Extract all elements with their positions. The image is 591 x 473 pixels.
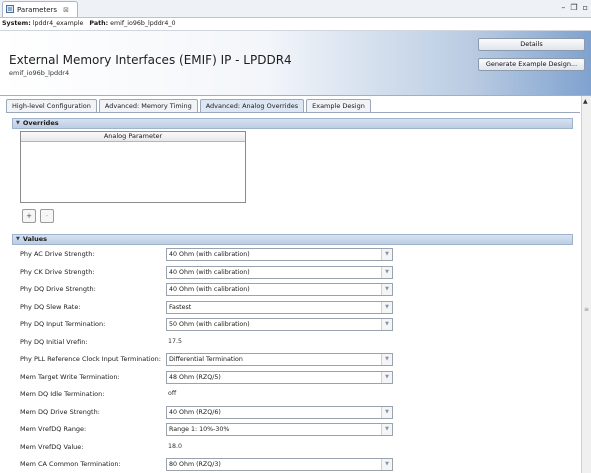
ip-header: External Memory Interfaces (EMIF) IP - L… [0,30,591,96]
parameter-label: Phy PLL Reference Clock Input Terminatio… [20,355,161,363]
parameter-row: Mem VrefDQ Range: Range 1: 10%-30% ▼ [20,423,394,436]
dropdown-value: Fastest [169,304,192,311]
chevron-down-icon[interactable]: ▼ [381,319,392,330]
chevron-down-icon[interactable]: ▼ [381,407,392,418]
tab-advanced-memory-timing[interactable]: Advanced: Memory Timing [98,99,198,112]
vertical-scrollbar[interactable]: ▲ ≡ [581,96,591,473]
parameter-row: Mem Target Write Termination: 48 Ohm (RZQ… [20,371,394,384]
parameter-label: Mem VrefDQ Range: [20,425,87,433]
parameter-row: Phy AC Drive Strength: 40 Ohm (with calib… [20,248,394,261]
chevron-down-icon[interactable]: ▼ [381,372,392,383]
parameter-row: Phy DQ Input Termination: 50 Ohm (with ca… [20,318,394,331]
tab-advanced-analog-overrides[interactable]: Advanced: Analog Overrides [199,99,305,112]
chevron-down-icon[interactable]: ▼ [381,267,392,278]
parameter-row: Phy DQ Initial Vrefin: 17.5 [20,336,394,349]
system-value: lpddr4_example [32,20,84,27]
view-tab-title: Parameters [17,5,58,14]
analog-parameter-column-header[interactable]: Analog Parameter [21,132,245,142]
collapse-triangle-icon[interactable]: ▼ [16,235,20,244]
scroll-up-icon[interactable]: ▲ [583,98,588,105]
parameter-label: Mem DQ Drive Strength: [20,408,100,416]
generate-example-design-button[interactable]: Generate Example Design... [478,58,585,71]
chevron-down-icon[interactable]: ▼ [381,354,392,365]
parameter-row: Phy DQ Slew Rate: Fastest ▼ [20,301,394,314]
parameter-dropdown[interactable]: Range 1: 10%-30% ▼ [166,423,393,436]
maximize-icon[interactable]: ❐ [570,3,577,12]
tab-high-level-configuration[interactable]: High-level Configuration [6,99,97,112]
config-tabs: High-level Configuration Advanced: Memor… [6,99,371,112]
close-icon[interactable]: ⊠ [63,6,69,14]
parameter-label: Mem DQ Idle Termination: [20,390,105,398]
tab-divider [6,112,580,113]
parameter-dropdown[interactable]: Fastest ▼ [166,301,393,314]
parameter-label: Mem VrefDQ Value: [20,443,84,451]
chevron-down-icon[interactable]: ▼ [381,284,392,295]
parameter-row: Phy CK Drive Strength: 40 Ohm (with calib… [20,266,394,279]
chevron-down-icon[interactable]: ▼ [381,459,392,470]
dropdown-value: 40 Ohm (with calibration) [169,269,250,276]
parameter-dropdown[interactable]: 40 Ohm (with calibration) ▼ [166,283,393,296]
parameter-dropdown[interactable]: 50 Ohm (with calibration) ▼ [166,318,393,331]
dropdown-value: 48 Ohm (RZQ/5) [169,374,221,381]
overrides-section-header[interactable]: ▼ Overrides [12,118,573,129]
dropdown-value: 40 Ohm (RZQ/6) [169,409,221,416]
path-value: emif_io96b_lpddr4_0 [110,20,176,27]
dropdown-value: 80 Ohm (RZQ/3) [169,461,221,468]
parameter-row: Mem CA Common Termination: 80 Ohm (RZQ/3)… [20,458,394,471]
page-title: External Memory Interfaces (EMIF) IP - L… [9,53,292,67]
parameter-label: Phy DQ Drive Strength: [20,285,96,293]
parameter-label: Phy DQ Slew Rate: [20,303,81,311]
parameter-dropdown[interactable]: 40 Ohm (with calibration) ▼ [166,266,393,279]
readonly-value: 17.5 [168,338,183,345]
parameters-view-tab[interactable]: Parameters ⊠ [2,1,78,17]
dropdown-value: 40 Ohm (with calibration) [169,251,250,258]
parameter-dropdown[interactable]: 40 Ohm (with calibration) ▼ [166,248,393,261]
parameter-label: Phy DQ Initial Vrefin: [20,338,88,346]
parameter-row: Phy DQ Drive Strength: 40 Ohm (with calib… [20,283,394,296]
chevron-down-icon[interactable]: ▼ [381,249,392,260]
minimize-icon[interactable]: – [561,3,565,12]
parameter-label: Phy DQ Input Termination: [20,320,106,328]
parameter-row: Phy PLL Reference Clock Input Terminatio… [20,353,394,366]
collapse-triangle-icon[interactable]: ▼ [16,119,20,128]
dropdown-value: 50 Ohm (with calibration) [169,321,250,328]
values-section-header[interactable]: ▼ Values [12,234,573,245]
parameter-dropdown[interactable]: Differential Termination ▼ [166,353,393,366]
chevron-down-icon[interactable]: ▼ [381,424,392,435]
overrides-section-label: Overrides [22,119,59,127]
restore-icon[interactable]: ▫ [583,3,588,12]
details-button[interactable]: Details [478,38,585,51]
readonly-value: 18.0 [168,443,183,450]
chevron-down-icon[interactable]: ▼ [381,302,392,313]
parameter-row: Mem DQ Drive Strength: 40 Ohm (RZQ/6) ▼ [20,406,394,419]
readonly-value: off [168,390,177,397]
parameter-dropdown[interactable]: 80 Ohm (RZQ/3) ▼ [166,458,393,471]
parameter-label: Mem CA Common Termination: [20,460,121,468]
values-section-label: Values [22,235,48,243]
remove-override-button[interactable]: - [40,209,54,223]
analog-parameter-table[interactable]: Analog Parameter [20,131,246,203]
window-controls: – ❐ ▫ [561,3,588,12]
parameter-dropdown[interactable]: 48 Ohm (RZQ/5) ▼ [166,371,393,384]
parameter-row: Mem VrefDQ Value: 18.0 [20,441,394,454]
path-label: Path: [89,20,109,27]
dropdown-value: Differential Termination [169,356,243,363]
parameter-label: Phy AC Drive Strength: [20,250,95,258]
system-label: System: [2,20,31,27]
dropdown-value: 40 Ohm (with calibration) [169,286,250,293]
tab-example-design[interactable]: Example Design [306,99,371,112]
page-subtitle: emif_io96b_lpddr4 [9,69,70,77]
view-tab-bar: Parameters ⊠ – ❐ ▫ [0,0,591,18]
system-path-line: System: lpddr4_example Path: emif_io96b_… [0,18,591,29]
parameter-dropdown[interactable]: 40 Ohm (RZQ/6) ▼ [166,406,393,419]
dropdown-value: Range 1: 10%-30% [169,426,230,433]
add-override-button[interactable]: + [22,209,36,223]
parameters-icon [6,4,14,15]
parameter-label: Mem Target Write Termination: [20,373,120,381]
parameter-label: Phy CK Drive Strength: [20,268,95,276]
scroll-grip-icon[interactable]: ≡ [584,306,590,314]
parameter-row: Mem DQ Idle Termination: off [20,388,394,401]
